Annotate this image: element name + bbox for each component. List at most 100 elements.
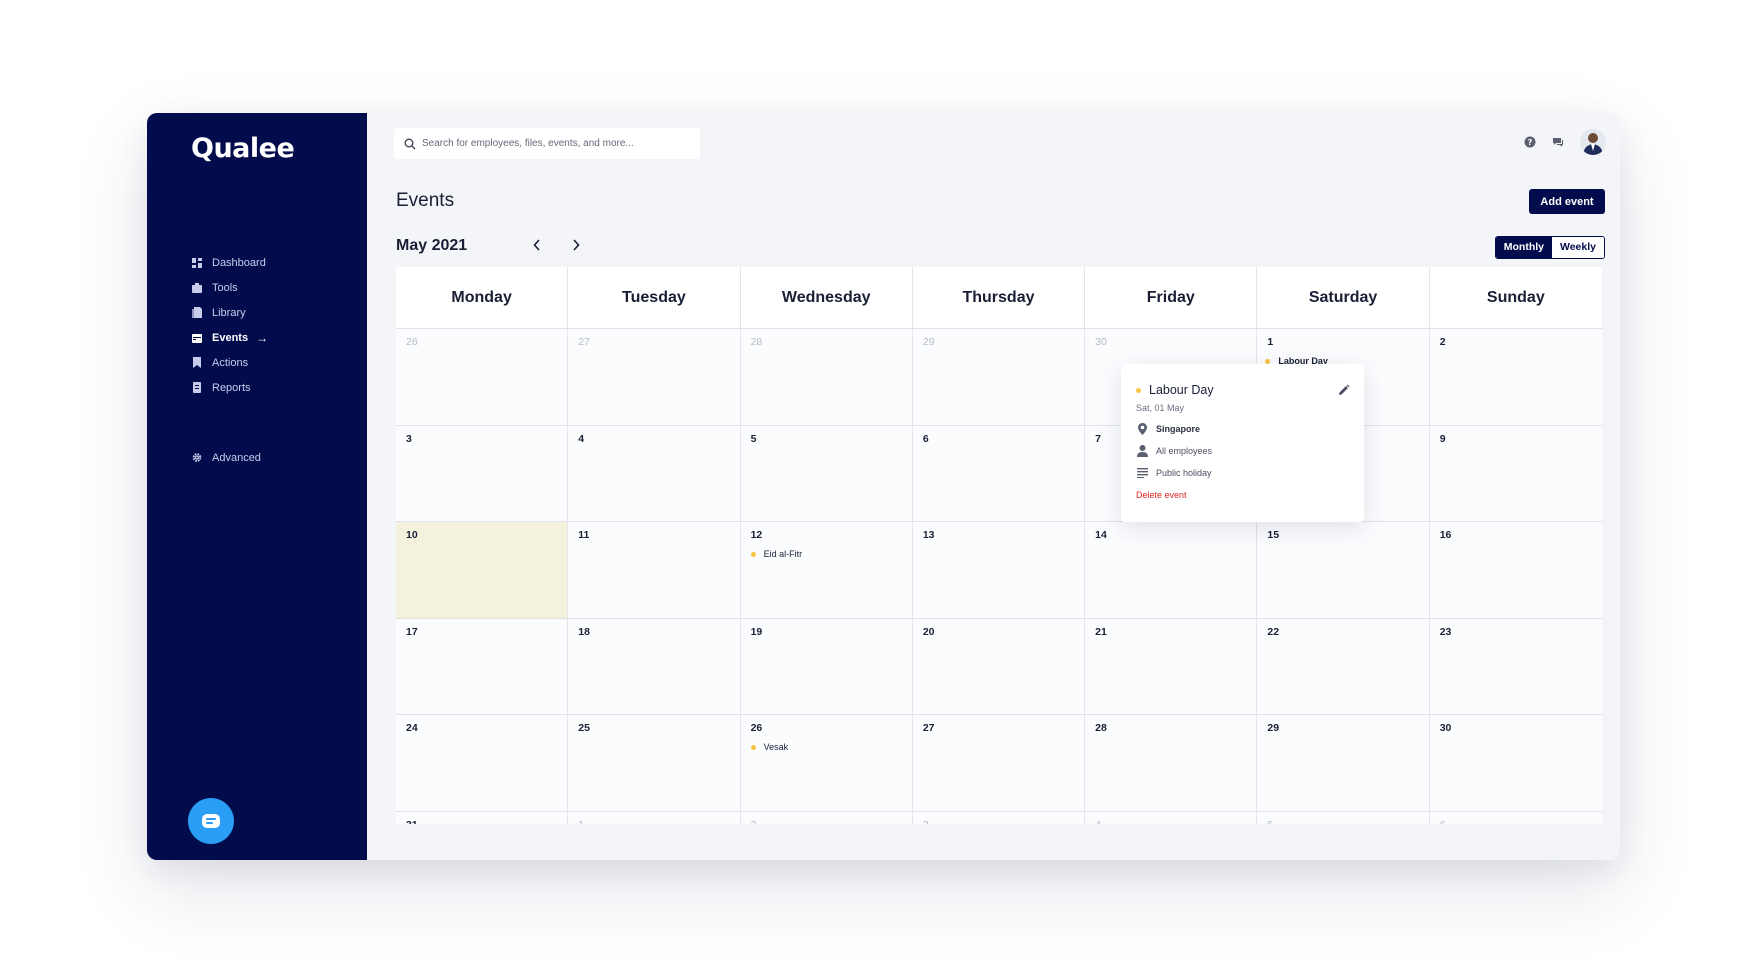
calendar-day[interactable]: 11 [568, 522, 741, 618]
day-number: 29 [922, 336, 935, 348]
calendar-grid: Monday Tuesday Wednesday Thursday Friday Satu… [396, 267, 1602, 824]
search-input[interactable] [422, 138, 692, 149]
event-label: Eid al-Fitr [763, 549, 803, 559]
day-number: 24 [406, 722, 418, 734]
app-window: Qualee Dashboard Tools Library Events → … [147, 113, 1620, 860]
calendar-day[interactable]: 27 [912, 715, 1086, 811]
messages-icon[interactable] [1552, 136, 1564, 148]
add-event-button[interactable]: Add event [1529, 189, 1605, 214]
calendar-day[interactable]: 22 [1257, 618, 1430, 714]
calendar-day[interactable]: 23 [1429, 618, 1602, 714]
day-number: 2 [1439, 336, 1446, 348]
calendar-day[interactable]: 28 [740, 329, 913, 425]
library-icon [192, 307, 202, 318]
chevron-right-icon[interactable] [566, 235, 586, 255]
day-number: 28 [1095, 722, 1107, 734]
calendar-day[interactable]: 30 [1429, 715, 1602, 811]
app-logo: Qualee [191, 133, 295, 164]
calendar-day[interactable]: 2 [1429, 329, 1602, 425]
calendar-day[interactable]: 24 [396, 715, 569, 811]
view-weekly-button[interactable]: Weekly [1552, 237, 1604, 258]
calendar-day[interactable]: 17 [396, 618, 569, 714]
event-dot [1265, 358, 1271, 364]
day-number: 19 [750, 625, 763, 638]
weekday-friday: Friday [1085, 267, 1258, 328]
sidebar-item-reports[interactable]: Reports [192, 375, 362, 400]
sidebar-item-advanced[interactable]: Advanced [192, 445, 261, 470]
view-monthly-button[interactable]: Monthly [1495, 237, 1552, 258]
calendar-day[interactable]: 2 [740, 811, 913, 824]
calendar-week-row: 10 11 12 Eid al-Fitr 13 14 15 16 [396, 522, 1602, 619]
calendar-day-today[interactable]: 10 [396, 522, 569, 618]
chat-button[interactable] [188, 798, 234, 844]
calendar-day[interactable]: 26 Vesak [740, 715, 913, 811]
calendar-day[interactable]: 16 [1429, 522, 1602, 618]
calendar-day[interactable]: 29 [1257, 715, 1430, 811]
month-label: May 2021 [396, 237, 468, 254]
calendar-day[interactable]: 6 [912, 425, 1086, 521]
sidebar-item-label: Advanced [212, 451, 261, 464]
event-popover: Labour Day Sat, 01 May Singapore All emp… [1121, 364, 1364, 522]
calendar-day[interactable]: 3 [912, 811, 1086, 824]
view-toggle: Monthly Weekly [1494, 236, 1605, 259]
event-chip[interactable]: Eid al-Fitr [750, 549, 902, 559]
pencil-icon[interactable] [1338, 384, 1350, 396]
calendar-day[interactable]: 9 [1429, 425, 1602, 521]
month-navigation [527, 235, 586, 255]
page-title: Events [396, 190, 455, 211]
day-number: 25 [578, 722, 590, 734]
calendar-day[interactable]: 31 [396, 811, 569, 824]
calendar-day[interactable]: 4 [568, 425, 741, 521]
calendar-day[interactable]: 1 [568, 811, 741, 824]
search-bar[interactable] [394, 128, 700, 159]
day-number: 14 [1095, 529, 1107, 541]
weekday-saturday: Saturday [1257, 267, 1430, 328]
calendar-day[interactable]: 25 [568, 715, 741, 811]
day-number: 10 [406, 529, 418, 541]
calendar-day[interactable]: 15 [1257, 522, 1430, 618]
calendar-day[interactable]: 28 [1085, 715, 1258, 811]
calendar-day[interactable]: 26 [396, 329, 569, 425]
sidebar-item-dashboard[interactable]: Dashboard [192, 250, 362, 275]
chevron-left-icon[interactable] [527, 235, 547, 255]
calendar-day[interactable]: 29 [912, 329, 1086, 425]
sidebar-item-tools[interactable]: Tools [192, 275, 362, 300]
day-number: 13 [922, 529, 935, 541]
day-number: 6 [1440, 819, 1592, 825]
sidebar-item-label: Tools [212, 281, 238, 294]
calendar-day[interactable]: 6 [1429, 811, 1602, 825]
calendar-day[interactable]: 14 [1085, 522, 1258, 618]
day-number: 21 [1095, 625, 1107, 638]
popover-location: Singapore [1136, 423, 1349, 435]
calendar-day[interactable]: 3 [396, 425, 569, 521]
calendar-day[interactable]: 21 [1085, 618, 1258, 714]
event-dot [750, 551, 756, 557]
day-number: 4 [1095, 819, 1246, 825]
sidebar-item-events[interactable]: Events → [192, 325, 362, 350]
event-chip[interactable]: Vesak [750, 742, 902, 752]
delete-event-button[interactable]: Delete event [1136, 490, 1187, 500]
avatar[interactable] [1580, 129, 1606, 155]
calendar-day[interactable]: 4 [1085, 811, 1258, 825]
arrow-right-icon: → [256, 330, 269, 345]
text-lines-icon [1136, 467, 1148, 479]
calendar-day[interactable]: 13 [912, 522, 1086, 618]
sidebar-item-label: Library [212, 306, 246, 319]
sidebar-item-library[interactable]: Library [192, 300, 362, 325]
sidebar-item-actions[interactable]: Actions [192, 350, 362, 375]
day-number: 30 [1095, 336, 1107, 348]
calendar-day[interactable]: 5 [740, 425, 913, 521]
help-icon[interactable]: ? [1524, 136, 1536, 148]
calendar-day[interactable]: 18 [568, 618, 741, 714]
search-icon [404, 138, 416, 149]
day-number: 30 [1439, 722, 1452, 734]
calendar-day[interactable]: 27 [568, 329, 741, 425]
day-number: 28 [750, 336, 763, 348]
day-number: 6 [922, 432, 929, 445]
calendar-day[interactable]: 12 Eid al-Fitr [740, 522, 913, 618]
calendar-day[interactable]: 5 [1257, 811, 1430, 824]
calendar-day[interactable]: 20 [912, 618, 1086, 714]
calendar-day[interactable]: 19 [740, 618, 913, 714]
weekday-sunday: Sunday [1486, 288, 1545, 306]
day-number: 26 [406, 336, 418, 348]
